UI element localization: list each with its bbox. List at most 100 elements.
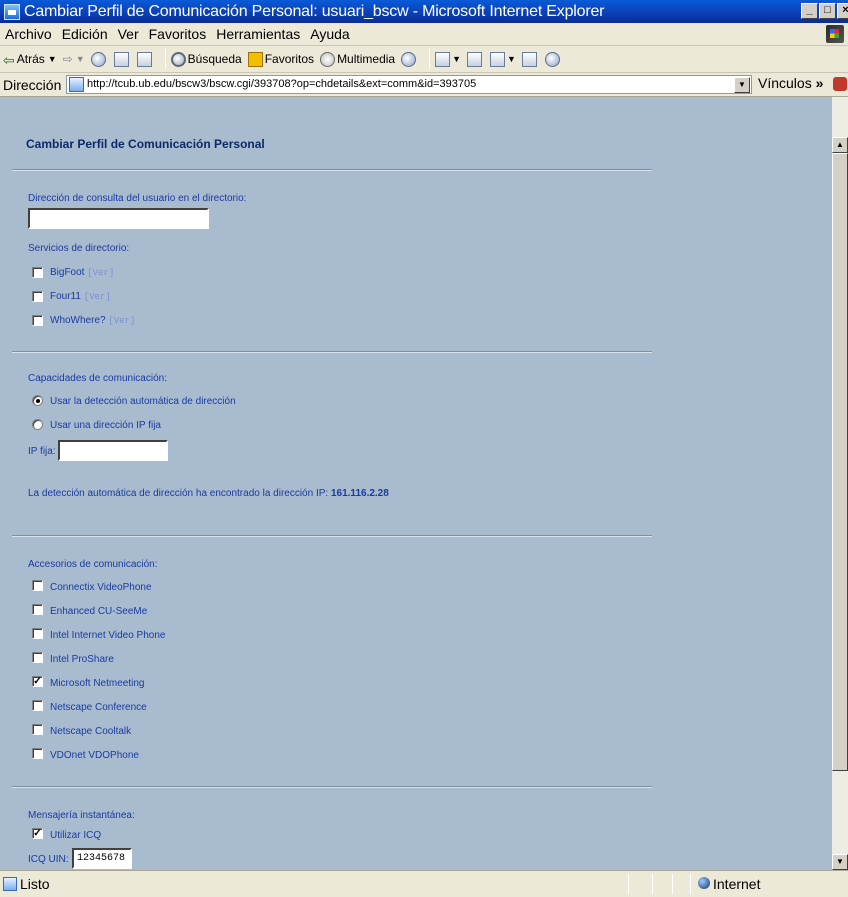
whowhere-checkbox[interactable] xyxy=(32,315,43,326)
print-icon xyxy=(467,51,483,67)
favorites-star-icon xyxy=(247,51,263,67)
print-button[interactable] xyxy=(467,51,484,67)
forward-button[interactable]: ⇨ ▼ xyxy=(63,52,85,66)
accessory-checkbox-proshare[interactable] xyxy=(32,652,43,663)
scroll-down-button[interactable]: ▼ xyxy=(832,854,848,870)
accessory-checkbox-vdophone[interactable] xyxy=(32,748,43,759)
media-icon xyxy=(320,51,336,67)
discuss-button[interactable] xyxy=(521,51,539,67)
back-arrow-icon: ⇦ xyxy=(3,51,15,68)
menu-herramientas[interactable]: Herramientas xyxy=(216,26,300,42)
maximize-button[interactable]: □ xyxy=(819,3,836,19)
accessory-label-cooltalk: Netscape Cooltalk xyxy=(50,726,132,737)
capabilities-label: Capacidades de comunicación: xyxy=(28,373,167,384)
mail-dropdown-icon[interactable]: ▼ xyxy=(452,54,461,64)
history-button[interactable] xyxy=(401,51,418,67)
zone-text: Internet xyxy=(713,876,761,892)
stop-button[interactable] xyxy=(90,51,108,67)
windows-logo-icon xyxy=(826,25,844,43)
acrobat-icon[interactable] xyxy=(833,77,848,92)
accessory-checkbox-cuseeme[interactable] xyxy=(32,604,43,615)
whowhere-view-link[interactable]: [Ver] xyxy=(108,316,135,326)
mail-button[interactable]: ▼ xyxy=(435,51,461,67)
scroll-up-button[interactable]: ▲ xyxy=(832,137,848,153)
refresh-icon xyxy=(113,51,129,67)
search-icon xyxy=(170,51,186,67)
discuss-icon xyxy=(521,51,537,67)
vertical-scrollbar[interactable]: ▲ ▼ xyxy=(832,97,848,870)
search-label: Búsqueda xyxy=(187,52,242,66)
minimize-button[interactable]: _ xyxy=(801,3,818,19)
bigfoot-checkbox[interactable] xyxy=(32,267,43,278)
links-button[interactable]: Vínculos » ▼ xyxy=(758,75,848,92)
section-divider xyxy=(12,351,652,353)
accessory-checkbox-netmeeting[interactable]: ✓ xyxy=(32,676,43,687)
auto-detect-radio[interactable] xyxy=(32,395,43,406)
back-button[interactable]: ⇦ Atrás ▼ xyxy=(3,51,57,68)
ie-window-icon[interactable] xyxy=(4,3,20,20)
messenger-icon xyxy=(544,51,560,67)
detected-ip-value: 161.116.2.28 xyxy=(330,488,389,499)
refresh-button[interactable] xyxy=(113,51,131,67)
home-button[interactable] xyxy=(136,51,154,67)
window-titlebar[interactable]: Cambiar Perfil de Comunicación Personal:… xyxy=(0,0,848,23)
mail-icon xyxy=(435,51,451,67)
close-button[interactable]: × xyxy=(837,3,848,19)
menu-ver[interactable]: Ver xyxy=(118,26,139,42)
four11-name: Four11 xyxy=(50,291,81,302)
accessory-checkbox-cooltalk[interactable] xyxy=(32,724,43,735)
accessory-label-intel-videophone: Intel Internet Video Phone xyxy=(50,630,166,641)
favorites-button[interactable]: Favoritos xyxy=(247,51,314,67)
section-divider xyxy=(12,169,652,171)
menu-edicion[interactable]: Edición xyxy=(62,26,108,42)
page-content[interactable]: Cambiar Perfil de Comunicación Personal … xyxy=(0,97,832,870)
edit-dropdown-icon[interactable]: ▼ xyxy=(507,54,516,64)
menubar: Archivo Edición Ver Favoritos Herramient… xyxy=(0,23,848,46)
whowhere-label: WhoWhere? [Ver] xyxy=(50,315,135,326)
accessory-checkbox-intel-videophone[interactable] xyxy=(32,628,43,639)
media-button[interactable]: Multimedia xyxy=(320,51,395,67)
accessory-label-cuseeme: Enhanced CU-SeeMe xyxy=(50,606,148,617)
menu-archivo[interactable]: Archivo xyxy=(5,26,52,42)
accessory-label-vdophone: VDOnet VDOPhone xyxy=(50,750,139,761)
status-divider xyxy=(628,874,629,894)
whowhere-name: WhoWhere? xyxy=(50,315,106,326)
bigfoot-view-link[interactable]: [Ver] xyxy=(87,268,114,278)
fixed-ip-radio[interactable] xyxy=(32,419,43,430)
menu-ayuda[interactable]: Ayuda xyxy=(310,26,349,42)
accessory-checkbox-connectix[interactable] xyxy=(32,580,43,591)
forward-dropdown-icon[interactable]: ▼ xyxy=(76,54,85,64)
address-label: Dirección xyxy=(3,76,62,93)
internet-zone-icon xyxy=(698,877,710,889)
fixed-ip-input[interactable] xyxy=(58,440,168,461)
address-dropdown-button[interactable]: ▼ xyxy=(734,77,750,93)
status-text: Listo xyxy=(20,876,50,892)
status-divider xyxy=(652,874,653,894)
accessory-checkbox-conference[interactable] xyxy=(32,700,43,711)
toolbar: ⇦ Atrás ▼ ⇨ ▼ Búsqueda Favoritos Multime… xyxy=(0,46,848,73)
statusbar: Listo Internet xyxy=(0,870,848,897)
edit-icon xyxy=(490,51,506,67)
links-label: Vínculos xyxy=(758,75,812,91)
icq-uin-input[interactable]: 12345678 xyxy=(72,848,132,869)
scroll-thumb[interactable] xyxy=(832,153,848,771)
edit-button[interactable]: ▼ xyxy=(490,51,516,67)
directory-services-label: Servicios de directorio: xyxy=(28,243,130,254)
window-title: Cambiar Perfil de Comunicación Personal:… xyxy=(24,2,605,20)
four11-label: Four11 [Ver] xyxy=(50,291,111,302)
forward-arrow-icon: ⇨ xyxy=(62,52,73,66)
use-icq-checkbox[interactable]: ✓ xyxy=(32,828,43,839)
address-input[interactable]: http://tcub.ub.edu/bscw3/bscw.cgi/393708… xyxy=(66,75,752,94)
menu-favoritos[interactable]: Favoritos xyxy=(149,26,207,42)
search-button[interactable]: Búsqueda xyxy=(170,51,242,67)
four11-view-link[interactable]: [Ver] xyxy=(84,292,111,302)
status-divider xyxy=(672,874,673,894)
back-dropdown-icon[interactable]: ▼ xyxy=(48,54,57,64)
lookup-input[interactable] xyxy=(28,208,209,229)
stop-icon xyxy=(90,51,106,67)
toolbar-separator xyxy=(429,49,431,69)
page-title: Cambiar Perfil de Comunicación Personal xyxy=(26,137,265,151)
four11-checkbox[interactable] xyxy=(32,291,43,302)
messenger-button[interactable] xyxy=(544,51,562,67)
addressbar: Dirección http://tcub.ub.edu/bscw3/bscw.… xyxy=(0,73,848,97)
